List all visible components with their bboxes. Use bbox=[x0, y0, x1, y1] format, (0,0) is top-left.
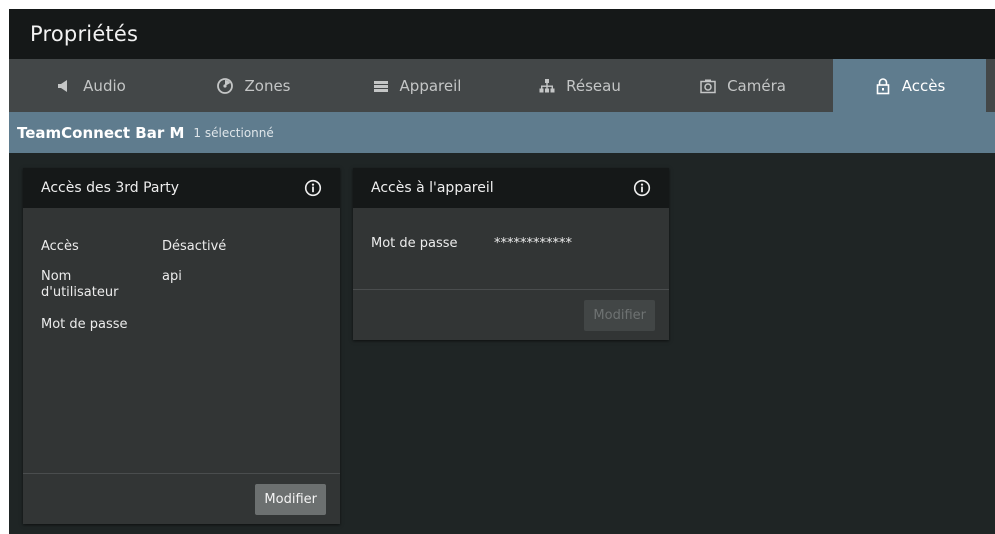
modify-button[interactable]: Modifier bbox=[584, 299, 655, 331]
window-title: Propriétés bbox=[30, 22, 139, 46]
modify-button[interactable]: Modifier bbox=[255, 483, 326, 515]
device-icon bbox=[372, 77, 390, 95]
speaker-icon bbox=[55, 77, 73, 95]
tab-label: Appareil bbox=[399, 76, 462, 95]
third-party-access-card: Accès des 3rd Party Accès Désactivé Nom … bbox=[23, 168, 340, 524]
properties-window: Propriétés Audio Zones Appareil Réseau C… bbox=[9, 9, 995, 534]
tab-reseau[interactable]: Réseau bbox=[498, 59, 661, 112]
username-row: Nom d'utilisateur api bbox=[41, 269, 340, 301]
tab-camera[interactable]: Caméra bbox=[661, 59, 824, 112]
tab-label: Accès bbox=[901, 76, 946, 95]
selection-count: 1 sélectionné bbox=[193, 125, 274, 140]
access-row: Accès Désactivé bbox=[41, 239, 340, 255]
field-label: Mot de passe bbox=[41, 317, 128, 332]
username-value: api bbox=[162, 269, 182, 284]
card-header: Accès à l'appareil bbox=[353, 168, 669, 208]
tab-appareil[interactable]: Appareil bbox=[335, 59, 498, 112]
info-icon[interactable] bbox=[304, 179, 322, 197]
device-access-card: Accès à l'appareil Mot de passe ********… bbox=[353, 168, 669, 340]
lock-icon bbox=[874, 77, 892, 95]
device-header: TeamConnect Bar M 1 sélectionné bbox=[9, 112, 995, 153]
title-bar: Propriétés bbox=[9, 9, 995, 59]
camera-icon bbox=[699, 77, 717, 95]
card-title: Accès à l'appareil bbox=[371, 180, 494, 196]
tab-zones[interactable]: Zones bbox=[172, 59, 335, 112]
zones-icon bbox=[216, 77, 234, 95]
card-footer: Modifier bbox=[23, 473, 340, 524]
tab-label: Réseau bbox=[566, 76, 621, 95]
tab-label: Caméra bbox=[727, 76, 786, 95]
tab-acces[interactable]: Accès bbox=[833, 59, 986, 112]
info-icon[interactable] bbox=[633, 179, 651, 197]
access-status-value: Désactivé bbox=[162, 239, 227, 254]
network-icon bbox=[538, 77, 556, 95]
tab-bar: Audio Zones Appareil Réseau Caméra Accès bbox=[9, 59, 995, 112]
tab-label: Zones bbox=[244, 76, 291, 95]
field-label: Nom d'utilisateur bbox=[41, 269, 119, 300]
field-label: Mot de passe bbox=[371, 236, 458, 251]
tab-audio[interactable]: Audio bbox=[9, 59, 172, 112]
device-password-row: Mot de passe ************ bbox=[371, 236, 669, 252]
field-label: Accès bbox=[41, 239, 79, 254]
device-name: TeamConnect Bar M bbox=[17, 123, 185, 142]
tab-label: Audio bbox=[83, 76, 126, 95]
card-footer: Modifier bbox=[353, 289, 669, 340]
password-value: ************ bbox=[494, 236, 572, 251]
card-title: Accès des 3rd Party bbox=[41, 180, 180, 196]
card-header: Accès des 3rd Party bbox=[23, 168, 340, 208]
cards-area: Accès des 3rd Party Accès Désactivé Nom … bbox=[9, 153, 995, 534]
password-row: Mot de passe bbox=[41, 317, 340, 333]
